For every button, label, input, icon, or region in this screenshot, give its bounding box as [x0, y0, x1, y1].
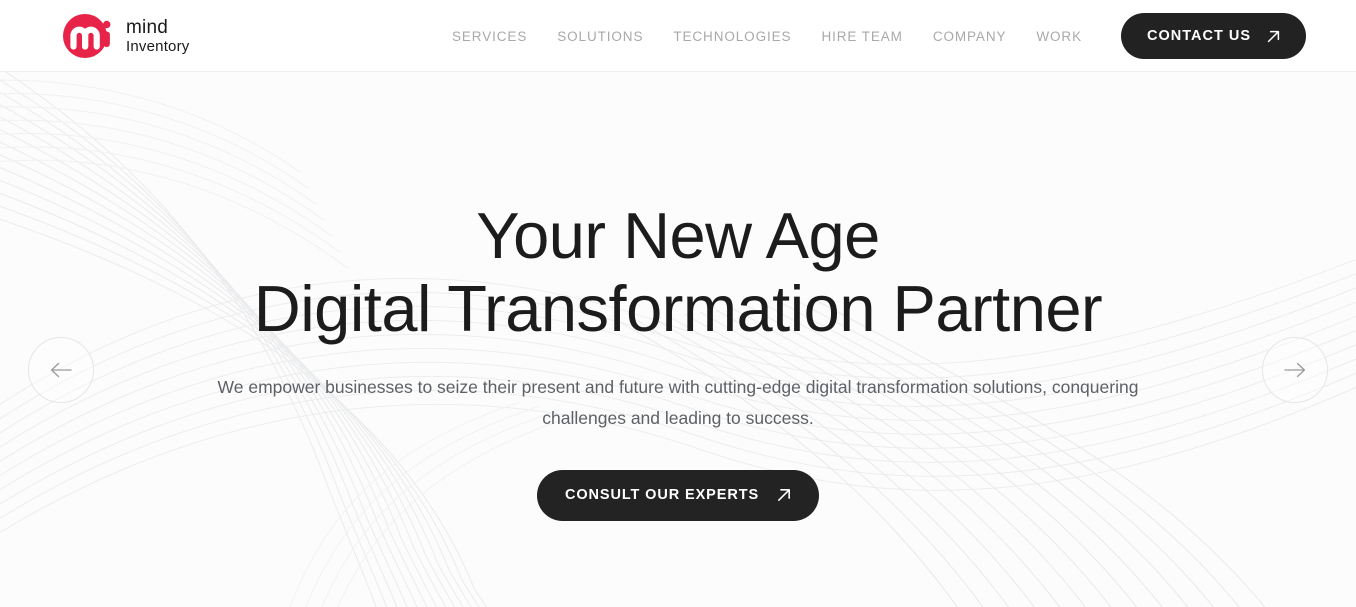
contact-us-label: CONTACT US [1147, 28, 1251, 44]
nav-item-work[interactable]: WORK [1036, 29, 1082, 44]
consult-our-experts-label: CONSULT OUR EXPERTS [564, 487, 760, 504]
hero-content: Your New Age Digital Transformation Part… [0, 72, 1356, 607]
arrow-up-right-icon [1267, 30, 1280, 42]
hero-subtitle: We empower businesses to seize their pre… [183, 372, 1173, 434]
site-header: mind Inventory SERVICES SOLUTIONS TECHNO… [0, 0, 1356, 72]
hero-section: Your New Age Digital Transformation Part… [0, 72, 1356, 607]
carousel-next-button[interactable] [1262, 337, 1328, 403]
arrow-right-icon [1284, 362, 1306, 378]
contact-us-button[interactable]: CONTACT US [1121, 13, 1306, 59]
brand-wordmark: mind Inventory [126, 18, 190, 54]
carousel-prev-button[interactable] [28, 337, 94, 403]
arrow-up-right-icon [778, 489, 791, 502]
brand-wordmark-line2: Inventory [126, 38, 190, 55]
brand-logo[interactable]: mind Inventory [60, 8, 190, 64]
arrow-left-icon [50, 362, 72, 378]
hero-title-line2: Digital Transformation Partner [253, 271, 1103, 345]
nav-item-solutions[interactable]: SOLUTIONS [557, 29, 643, 44]
consult-our-experts-button[interactable]: CONSULT OUR EXPERTS [536, 469, 820, 521]
nav-item-technologies[interactable]: TECHNOLOGIES [673, 29, 791, 44]
hero-subtitle-line1: We empower businesses to seize their pre… [217, 376, 1047, 397]
page-root: mind Inventory SERVICES SOLUTIONS TECHNO… [0, 0, 1356, 607]
mindinventory-logo-icon [63, 14, 111, 58]
hero-title-line1: Your New Age [476, 199, 880, 272]
nav-item-services[interactable]: SERVICES [452, 29, 527, 44]
main-navigation: SERVICES SOLUTIONS TECHNOLOGIES HIRE TEA… [452, 0, 1082, 72]
nav-item-hire-team[interactable]: HIRE TEAM [821, 29, 902, 44]
hero-title: Your New Age Digital Transformation Part… [253, 199, 1103, 346]
nav-item-company[interactable]: COMPANY [933, 29, 1007, 44]
brand-wordmark-line1: mind [126, 17, 168, 38]
